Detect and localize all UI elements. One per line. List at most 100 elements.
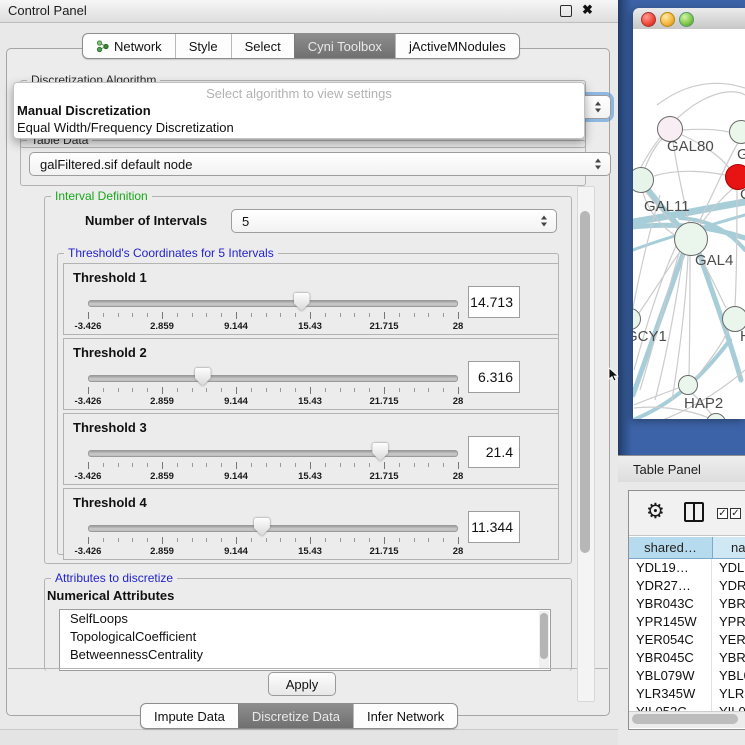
- slider-tick: [221, 538, 222, 542]
- table-cell[interactable]: YDL19…: [629, 559, 712, 577]
- split-columns-icon[interactable]: [684, 502, 704, 522]
- table-row[interactable]: YBL079WYBL0: [629, 667, 745, 685]
- table-row[interactable]: YBR045CYBR0: [629, 649, 745, 667]
- slider-tick-label: 21.715: [369, 321, 398, 332]
- close-traffic-light[interactable]: [641, 12, 656, 27]
- slider-tick: [118, 388, 119, 392]
- slider-tick: [103, 463, 104, 467]
- tab-select[interactable]: Select: [231, 34, 294, 58]
- table-row[interactable]: YPR145WYPR1: [629, 613, 745, 631]
- tab-impute-data[interactable]: Impute Data: [141, 704, 238, 728]
- slider-tick: [369, 313, 370, 317]
- tab-style[interactable]: Style: [175, 34, 231, 58]
- threshold-3-value[interactable]: 21.4: [468, 436, 520, 468]
- table-cell[interactable]: YDR27…: [629, 577, 712, 595]
- tab-network[interactable]: Network: [83, 34, 175, 58]
- scrollbar-thumb[interactable]: [580, 211, 590, 553]
- slider-tick: [103, 313, 104, 317]
- threshold-3-slider[interactable]: -3.4262.8599.14415.4321.71528: [88, 442, 458, 482]
- float-window-icon[interactable]: [560, 5, 572, 17]
- threshold-4-value[interactable]: 11.344: [468, 511, 520, 543]
- slider-thumb[interactable]: [372, 443, 388, 461]
- dropdown-item-manual-discretization[interactable]: Manual Discretization: [17, 103, 581, 119]
- table-cell[interactable]: YDR2: [712, 577, 745, 595]
- checkbox-checked-icon[interactable]: ✓: [730, 508, 741, 519]
- slider-track[interactable]: [88, 375, 458, 382]
- gear-icon[interactable]: ⚙: [646, 498, 665, 526]
- table-row[interactable]: YLR345WYLR3: [629, 685, 745, 703]
- threshold-4-slider[interactable]: -3.4262.8599.14415.4321.71528: [88, 517, 458, 557]
- slider-tick: [280, 313, 281, 317]
- list-item[interactable]: SelfLoops: [60, 610, 550, 628]
- table-row[interactable]: YIL052CYIL0: [629, 703, 745, 711]
- table-cell[interactable]: YER054C: [629, 631, 712, 649]
- network-canvas[interactable]: GAL80GCGAL11GAL4GCY1HHAP2: [633, 29, 745, 419]
- list-item[interactable]: BetweennessCentrality: [60, 646, 550, 664]
- slider-tick: [162, 537, 163, 544]
- tab-jactivemnodules[interactable]: jActiveMNodules: [395, 34, 519, 58]
- table-hscrollbar[interactable]: [629, 711, 745, 728]
- slider-tick-label: -3.426: [75, 546, 102, 557]
- slider-thumb[interactable]: [254, 518, 270, 536]
- threshold-1-value[interactable]: 14.713: [468, 286, 520, 318]
- minimize-traffic-light[interactable]: [660, 12, 675, 27]
- table-cell[interactable]: YBL0: [712, 667, 745, 685]
- table-cell[interactable]: YDL1: [712, 559, 745, 577]
- tab-infer-network[interactable]: Infer Network: [353, 704, 457, 728]
- network-node[interactable]: [674, 222, 708, 256]
- table-cell[interactable]: YLR345W: [629, 685, 712, 703]
- dropdown-item-equal-width-frequency[interactable]: Equal Width/Frequency Discretization: [17, 120, 581, 136]
- slider-track[interactable]: [88, 450, 458, 457]
- tab-cyni-toolbox[interactable]: Cyni Toolbox: [294, 34, 395, 58]
- table-cell[interactable]: YIL052C: [629, 703, 712, 711]
- table-cell[interactable]: YER0: [712, 631, 745, 649]
- table-data-combobox[interactable]: galFiltered.sif default node: [29, 152, 611, 176]
- slider-tick: [118, 538, 119, 542]
- list-item[interactable]: TopologicalCoefficient: [60, 628, 550, 646]
- threshold-2-value[interactable]: 6.316: [468, 361, 520, 393]
- table-cell[interactable]: YBR0: [712, 649, 745, 667]
- slider-tick: [206, 538, 207, 542]
- slider-tick: [162, 312, 163, 319]
- table-cell[interactable]: YBL079W: [629, 667, 712, 685]
- table-column-headers: shared… na: [629, 537, 745, 559]
- number-of-intervals-combobox[interactable]: 5: [231, 209, 557, 233]
- slider-track[interactable]: [88, 525, 458, 532]
- slider-thumb[interactable]: [294, 293, 310, 311]
- maximize-traffic-light[interactable]: [679, 12, 694, 27]
- slider-tick: [458, 537, 459, 544]
- threshold-1-slider[interactable]: -3.4262.8599.14415.4321.71528: [88, 292, 458, 332]
- table-cell[interactable]: YBR045C: [629, 649, 712, 667]
- table-cell[interactable]: YIL0: [712, 703, 745, 711]
- slider-tick: [192, 313, 193, 317]
- slider-tick: [118, 463, 119, 467]
- slider-tick: [340, 313, 341, 317]
- table-row[interactable]: YER054CYER0: [629, 631, 745, 649]
- table-row[interactable]: YDL19…YDL1: [629, 559, 745, 577]
- column-header-name[interactable]: na: [713, 537, 745, 559]
- table-cell[interactable]: YBR043C: [629, 595, 712, 613]
- network-node[interactable]: [678, 375, 698, 395]
- table-cell[interactable]: YPR1: [712, 613, 745, 631]
- scrollbar-thumb[interactable]: [632, 714, 738, 724]
- slider-tick-label: 28: [453, 471, 464, 482]
- network-window-titlebar[interactable]: [633, 8, 745, 30]
- panel-scrollbar[interactable]: [577, 186, 595, 702]
- table-cell[interactable]: YLR3: [712, 685, 745, 703]
- close-icon[interactable]: ✖: [582, 2, 593, 18]
- table-row[interactable]: YBR043CYBR0: [629, 595, 745, 613]
- slider-tick: [162, 462, 163, 469]
- slider-track[interactable]: [88, 300, 458, 307]
- table-cell[interactable]: YBR0: [712, 595, 745, 613]
- apply-button[interactable]: Apply: [268, 672, 336, 696]
- table-cell[interactable]: YPR145W: [629, 613, 712, 631]
- threshold-2-slider[interactable]: -3.4262.8599.14415.4321.71528: [88, 367, 458, 407]
- list-scrollbar[interactable]: [539, 611, 549, 669]
- checkbox-checked-icon[interactable]: ✓: [717, 508, 728, 519]
- tab-discretize-data[interactable]: Discretize Data: [238, 704, 353, 728]
- slider-tick-label: 21.715: [369, 546, 398, 557]
- slider-thumb[interactable]: [195, 368, 211, 386]
- column-header-shared-name[interactable]: shared…: [629, 537, 713, 559]
- table-row[interactable]: YDR27…YDR2: [629, 577, 745, 595]
- slider-tick: [369, 463, 370, 467]
